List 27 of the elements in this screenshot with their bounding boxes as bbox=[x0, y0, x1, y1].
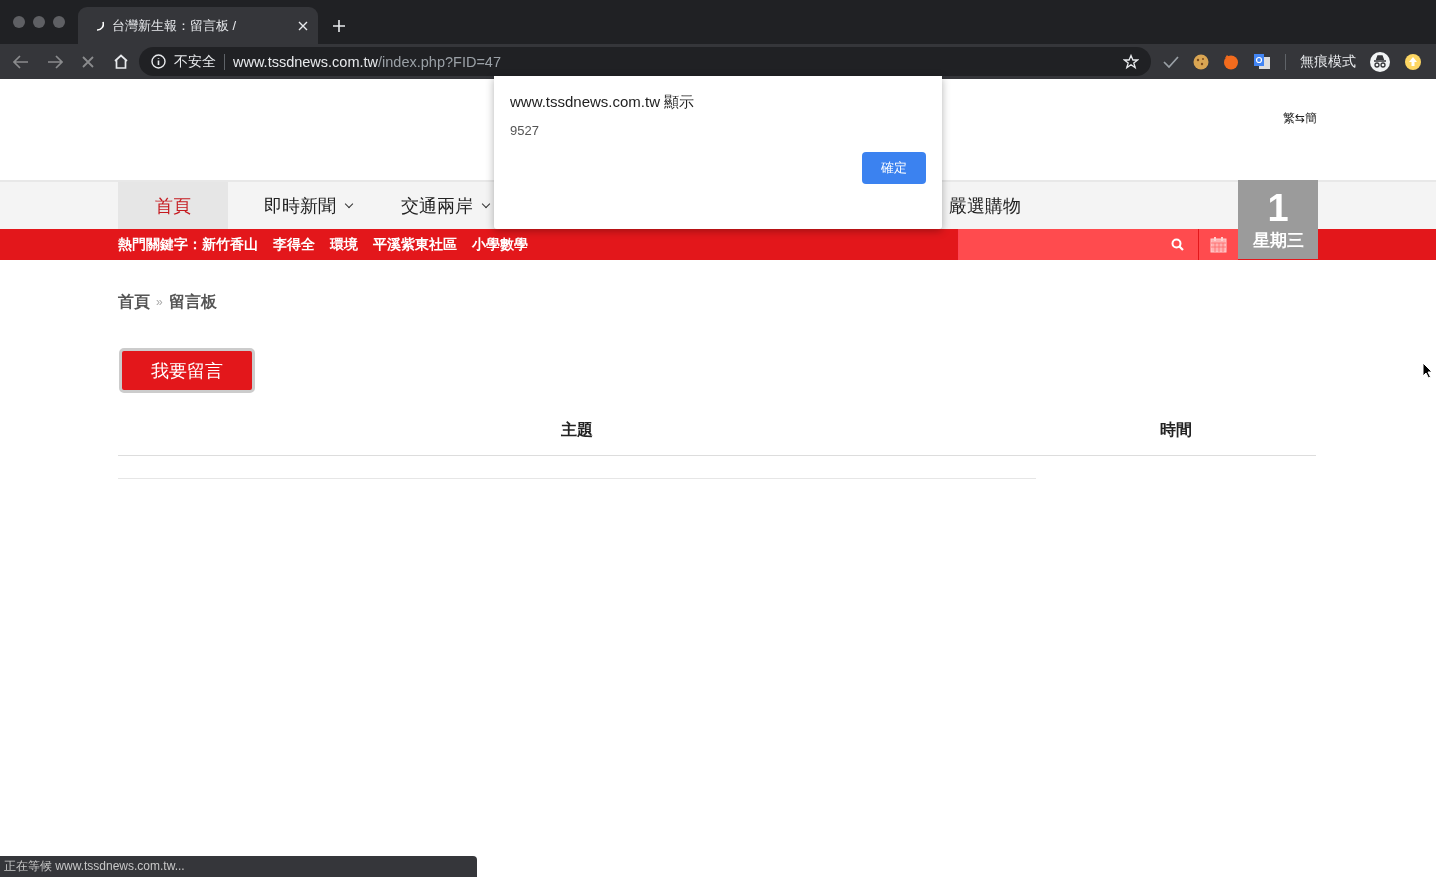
breadcrumb-link[interactable]: 留言板 bbox=[168, 291, 217, 313]
incognito-label: 無痕模式 bbox=[1300, 52, 1356, 71]
dialog-message: 9527 bbox=[510, 123, 540, 138]
breadcrumb-separator: » bbox=[156, 295, 163, 309]
keyword-link[interactable]: 環境 bbox=[330, 235, 358, 254]
keyword-link[interactable]: 小學數學 bbox=[472, 235, 528, 254]
breadcrumb-link[interactable]: 首頁 bbox=[118, 291, 150, 313]
column-header: 主題 bbox=[118, 419, 1036, 456]
browser-tab[interactable]: 台灣新生報：留言板 / bbox=[78, 7, 318, 44]
date-day: 1 bbox=[1267, 186, 1289, 230]
nav-tab[interactable]: 交通兩岸 bbox=[365, 182, 502, 229]
column-header: 時間 bbox=[1036, 419, 1316, 456]
language-toggle[interactable]: 繁⇆簡 bbox=[1282, 110, 1317, 127]
security-label: 不安全 bbox=[174, 52, 216, 71]
date-weekday: 星期三 bbox=[1252, 230, 1304, 252]
post-message-button[interactable]: 我要留言 bbox=[119, 348, 255, 393]
ok-button[interactable]: 確定 bbox=[862, 152, 926, 184]
nav-tab[interactable]: 即時新聞 bbox=[228, 182, 365, 229]
status-bar: 正在等候 www.tssdnews.com.tw... bbox=[0, 856, 477, 877]
hot-keywords-label: 熱門關鍵字： bbox=[118, 235, 202, 254]
dialog-title: www.tssdnews.com.tw 顯示 bbox=[510, 93, 696, 112]
keyword-link[interactable]: 李得全 bbox=[273, 235, 315, 254]
address-bar[interactable]: 不安全 www.tssdnews.com.tw/index.php?FID=47 bbox=[139, 47, 1151, 76]
keyword-link[interactable]: 新竹香山 bbox=[202, 235, 258, 254]
keyword-link[interactable]: 平溪紫東社區 bbox=[373, 235, 457, 254]
nav-tab[interactable]: 首頁 bbox=[118, 182, 228, 229]
url-text: www.tssdnews.com.tw/index.php?FID=47 bbox=[233, 53, 502, 70]
